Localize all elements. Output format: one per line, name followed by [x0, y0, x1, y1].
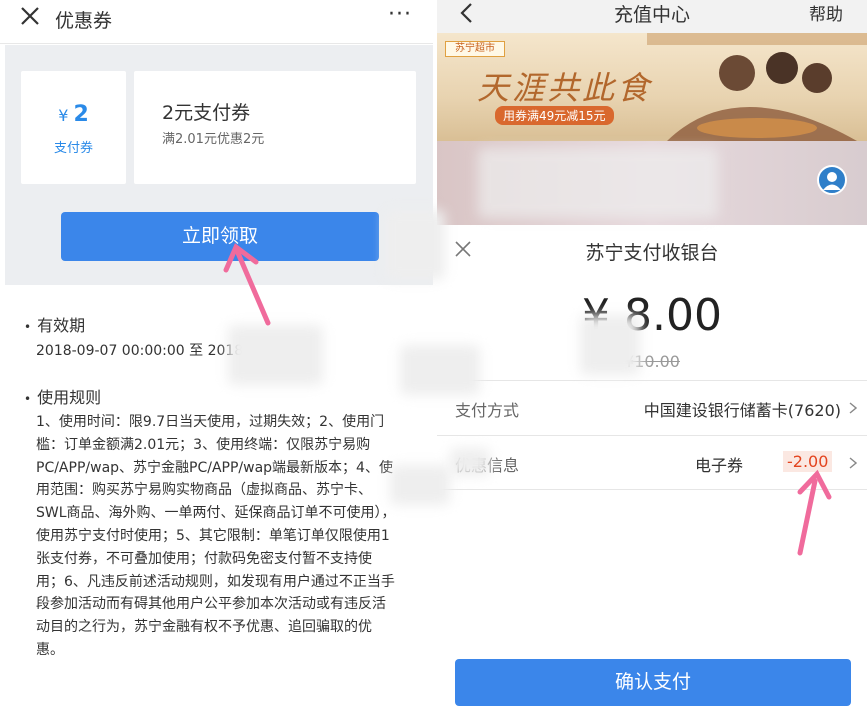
coupon-page-header: 优惠券 ···: [0, 0, 433, 44]
promo-banner[interactable]: 苏宁超市 天涯共此食 用券满49元减15元: [437, 33, 867, 141]
validity-title-text: 有效期: [37, 316, 86, 335]
coupon-condition: 满2.01元优惠2元: [162, 132, 265, 147]
coupon-amount: ¥ 2: [21, 102, 126, 127]
privacy-blur: [450, 448, 490, 476]
cashier-page: 充值中心 帮助 苏宁超市 天涯共此食 用券满49元减15元 苏宁支付收银台 ¥ …: [437, 0, 867, 710]
coupon-amount-value: 2: [73, 102, 89, 127]
discount-value: -2.00: [783, 451, 833, 472]
payment-amount: ¥ 8.00: [582, 290, 722, 341]
privacy-blur: [228, 325, 323, 385]
privacy-blur: [478, 148, 718, 218]
rules-text: 1、使用时间：限9.7日当天使用，过期失效；2、使用门槛：订单金额满2.01元；…: [36, 414, 396, 658]
privacy-blur: [385, 210, 445, 280]
payment-method-row[interactable]: 支付方式 中国建设银行储蓄卡(7620): [437, 380, 867, 435]
banner-slogan: 天涯共此食: [477, 69, 653, 107]
page-title: 优惠券: [55, 10, 113, 32]
rules-title: • 使用规则: [24, 384, 101, 408]
recharge-header: 充值中心 帮助: [437, 0, 867, 33]
cashier-title: 苏宁支付收银台: [585, 242, 719, 264]
bullet-icon: •: [24, 319, 32, 334]
currency-symbol: ¥: [58, 106, 69, 125]
suning-market-logo: 苏宁超市: [445, 41, 505, 57]
privacy-blur: [390, 465, 450, 505]
close-icon[interactable]: [20, 6, 40, 26]
more-icon[interactable]: ···: [388, 2, 412, 27]
privacy-blur: [400, 345, 480, 395]
chevron-right-icon: [849, 402, 857, 414]
confirm-payment-button[interactable]: 确认支付: [455, 659, 851, 706]
recharge-title: 充值中心: [613, 4, 690, 26]
help-link[interactable]: 帮助: [809, 0, 843, 25]
privacy-blur: [580, 315, 640, 375]
banner-promo-text: 用券满49元减15元: [495, 106, 614, 125]
rules-title-text: 使用规则: [37, 388, 102, 407]
bullet-icon: •: [24, 391, 32, 406]
coupon-name: 2元支付券: [162, 102, 251, 124]
chevron-right-icon: [849, 457, 857, 469]
user-avatar-icon[interactable]: [817, 165, 847, 195]
payment-method-label: 支付方式: [455, 401, 520, 420]
payment-method-value: 中国建设银行储蓄卡(7620): [643, 401, 841, 420]
validity-title: • 有效期: [24, 312, 85, 336]
discount-row[interactable]: 优惠信息 电子券 -2.00: [437, 435, 867, 490]
discount-kind: 电子券: [695, 456, 744, 475]
coupon-page: 优惠券 ··· ¥ 2 支付券 2元支付券 满2.01元优惠2元 立即领取 • 有…: [0, 0, 433, 710]
coupon-value-panel: ¥ 2 支付券: [21, 71, 126, 184]
original-amount: ¥10.00: [624, 352, 680, 371]
coupon-type: 支付券: [53, 141, 93, 156]
claim-button[interactable]: 立即领取: [61, 212, 379, 261]
coupon-detail-panel: 2元支付券 满2.01元优惠2元: [134, 71, 416, 184]
